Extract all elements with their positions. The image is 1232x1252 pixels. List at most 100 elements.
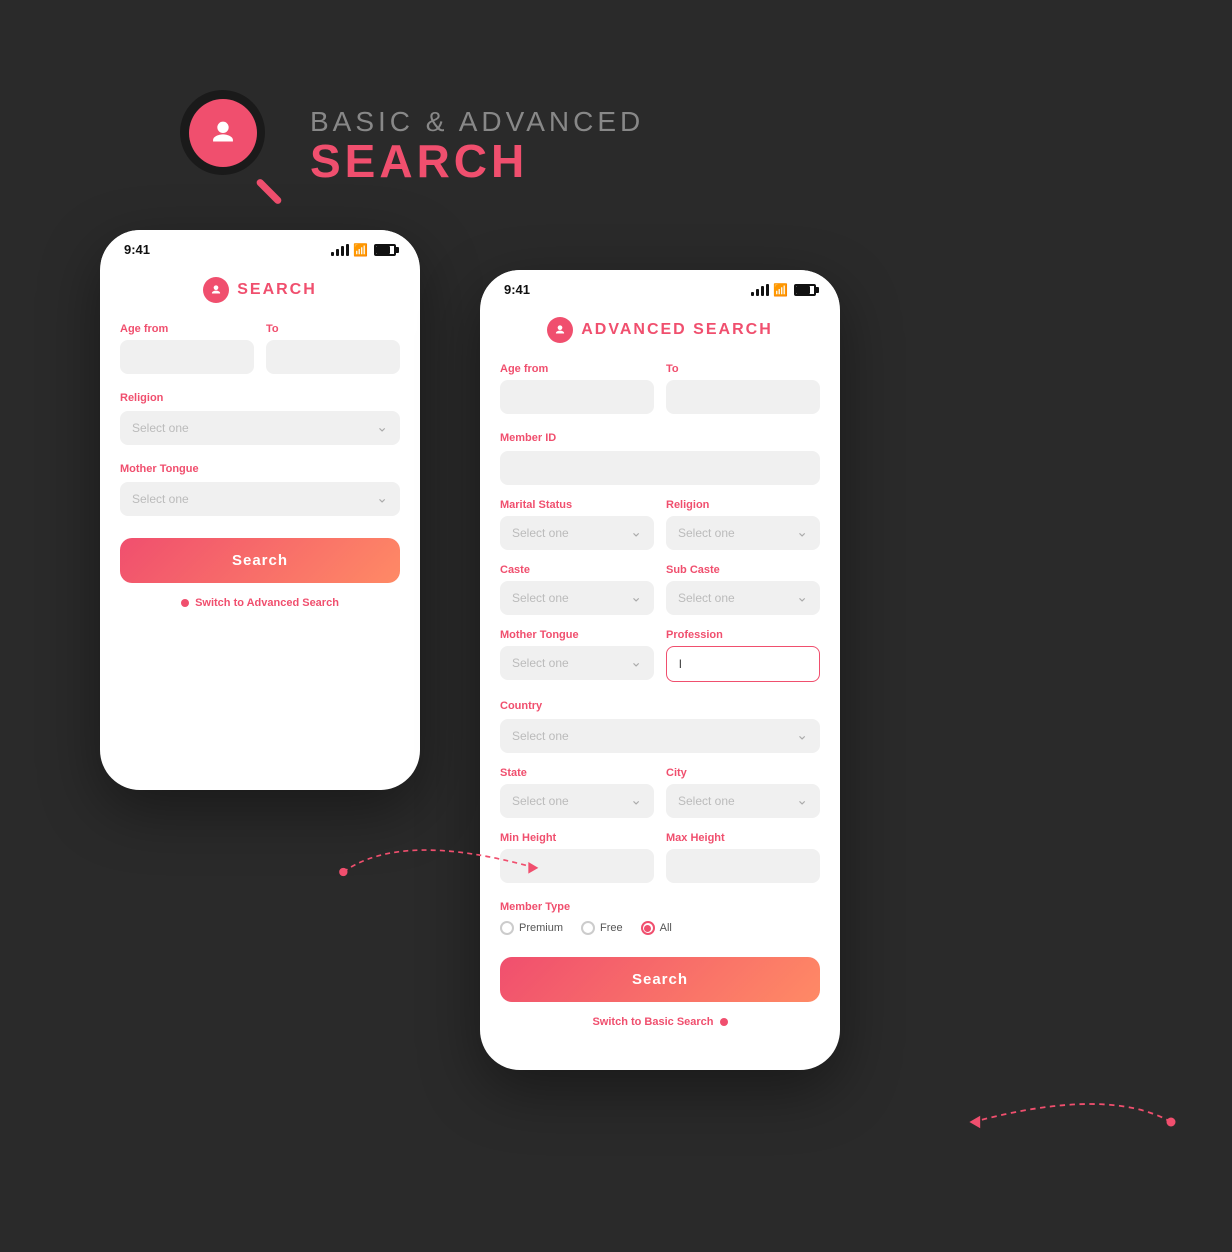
- adv-max-height-input[interactable]: [666, 849, 820, 883]
- adv-age-to-input[interactable]: [666, 380, 820, 414]
- adv-city-label: City: [666, 767, 820, 779]
- adv-height-row: Min Height Max Height: [500, 832, 820, 883]
- adv-max-height-group: Max Height: [666, 832, 820, 883]
- adv-member-type-group: Member Type Premium Free: [500, 897, 820, 935]
- header-subtitle: BASIC & ADVANCED: [310, 106, 644, 138]
- basic-header-icon: [203, 277, 229, 303]
- basic-mother-tongue-group: Mother Tongue Select one: [120, 459, 400, 516]
- magnifier-icon: [180, 90, 290, 200]
- adv-country-label: Country: [500, 700, 542, 712]
- adv-religion-group: Religion Select one: [666, 499, 820, 550]
- adv-marital-select[interactable]: Select one: [500, 516, 654, 550]
- adv-radio-premium[interactable]: Premium: [500, 921, 563, 935]
- adv-sub-caste-label: Sub Caste: [666, 564, 820, 576]
- basic-search-button[interactable]: Search: [120, 538, 400, 583]
- adv-profession-label: Profession: [666, 629, 820, 641]
- header-text: BASIC & ADVANCED SEARCH: [310, 106, 644, 184]
- basic-mother-tongue-label: Mother Tongue: [120, 463, 199, 475]
- adv-state-select[interactable]: Select one: [500, 784, 654, 818]
- basic-status-bar: 9:41 📶: [100, 230, 420, 261]
- adv-caste-row: Caste Select one Sub Caste Select one: [500, 564, 820, 615]
- signal-bars-icon: [331, 244, 349, 256]
- adv-battery-icon: [794, 284, 816, 296]
- advanced-time: 9:41: [504, 282, 530, 297]
- advanced-header-icon: [547, 317, 573, 343]
- switch-dot-advanced: [720, 1018, 728, 1026]
- adv-radio-free[interactable]: Free: [581, 921, 623, 935]
- header-area: BASIC & ADVANCED SEARCH: [180, 90, 644, 200]
- premium-radio-label: Premium: [519, 922, 563, 934]
- all-radio-circle: [641, 921, 655, 935]
- all-radio-dot: [644, 925, 651, 932]
- adv-caste-label: Caste: [500, 564, 654, 576]
- phones-container: 9:41 📶: [100, 230, 1182, 1070]
- adv-profession-input[interactable]: [666, 646, 820, 682]
- adv-marital-religion-row: Marital Status Select one Religion Selec…: [500, 499, 820, 550]
- adv-member-id-group: Member ID: [500, 428, 820, 485]
- adv-sub-caste-select[interactable]: Select one: [666, 581, 820, 615]
- basic-phone-title: SEARCH: [237, 281, 317, 299]
- wifi-icon: 📶: [353, 243, 368, 257]
- adv-religion-label: Religion: [666, 499, 820, 511]
- advanced-status-icons: 📶: [751, 283, 816, 297]
- right-dashed-arrow: [942, 1077, 1202, 1167]
- adv-tongue-profession-row: Mother Tongue Select one Profession: [500, 629, 820, 682]
- adv-mother-tongue-label: Mother Tongue: [500, 629, 654, 641]
- adv-state-city-row: State Select one City Select one: [500, 767, 820, 818]
- adv-caste-select[interactable]: Select one: [500, 581, 654, 615]
- basic-religion-group: Religion Select one: [120, 388, 400, 445]
- basic-status-icons: 📶: [331, 243, 396, 257]
- basic-switch-link[interactable]: Switch to Advanced Search: [120, 597, 400, 609]
- battery-icon: [374, 244, 396, 256]
- adv-mother-tongue-select[interactable]: Select one: [500, 646, 654, 680]
- adv-marital-group: Marital Status Select one: [500, 499, 654, 550]
- adv-marital-label: Marital Status: [500, 499, 654, 511]
- adv-radio-group: Premium Free All: [500, 921, 820, 935]
- adv-max-height-label: Max Height: [666, 832, 820, 844]
- basic-age-from-label: Age from: [120, 323, 254, 335]
- basic-age-to-label: To: [266, 323, 400, 335]
- adv-member-id-label: Member ID: [500, 432, 556, 444]
- canvas: BASIC & ADVANCED SEARCH 9:41 📶: [0, 0, 1232, 1252]
- adv-signal-bars-icon: [751, 284, 769, 296]
- adv-state-group: State Select one: [500, 767, 654, 818]
- adv-city-group: City Select one: [666, 767, 820, 818]
- all-radio-label: All: [660, 922, 672, 934]
- adv-min-height-label: Min Height: [500, 832, 654, 844]
- basic-mother-tongue-select[interactable]: Select one: [120, 482, 400, 516]
- basic-phone-header: SEARCH: [120, 277, 400, 303]
- adv-profession-group: Profession: [666, 629, 820, 682]
- adv-age-from-group: Age from: [500, 363, 654, 414]
- basic-time: 9:41: [124, 242, 150, 257]
- advanced-status-bar: 9:41 📶: [480, 270, 840, 301]
- adv-country-select[interactable]: Select one: [500, 719, 820, 753]
- adv-switch-text: Switch to Basic Search: [592, 1016, 713, 1028]
- basic-age-to-input[interactable]: [266, 340, 400, 374]
- basic-religion-label: Religion: [120, 392, 163, 404]
- adv-member-type-label: Member Type: [500, 901, 570, 913]
- adv-radio-all[interactable]: All: [641, 921, 672, 935]
- adv-switch-link[interactable]: Switch to Basic Search: [500, 1016, 820, 1028]
- adv-age-row: Age from To: [500, 363, 820, 414]
- adv-min-height-input[interactable]: [500, 849, 654, 883]
- adv-member-id-input[interactable]: [500, 451, 820, 485]
- adv-city-select[interactable]: Select one: [666, 784, 820, 818]
- basic-switch-text: Switch to Advanced Search: [195, 597, 339, 609]
- adv-religion-select[interactable]: Select one: [666, 516, 820, 550]
- adv-min-height-group: Min Height: [500, 832, 654, 883]
- adv-caste-group: Caste Select one: [500, 564, 654, 615]
- premium-radio-circle: [500, 921, 514, 935]
- adv-sub-caste-group: Sub Caste Select one: [666, 564, 820, 615]
- adv-search-button[interactable]: Search: [500, 957, 820, 1002]
- free-radio-circle: [581, 921, 595, 935]
- basic-age-from-group: Age from: [120, 323, 254, 374]
- adv-age-from-input[interactable]: [500, 380, 654, 414]
- switch-dot-basic: [181, 599, 189, 607]
- basic-religion-select[interactable]: Select one: [120, 411, 400, 445]
- basic-age-from-input[interactable]: [120, 340, 254, 374]
- advanced-phone: 9:41 📶: [480, 270, 840, 1070]
- adv-age-from-label: Age from: [500, 363, 654, 375]
- basic-age-row: Age from To: [120, 323, 400, 374]
- free-radio-label: Free: [600, 922, 623, 934]
- basic-phone: 9:41 📶: [100, 230, 420, 790]
